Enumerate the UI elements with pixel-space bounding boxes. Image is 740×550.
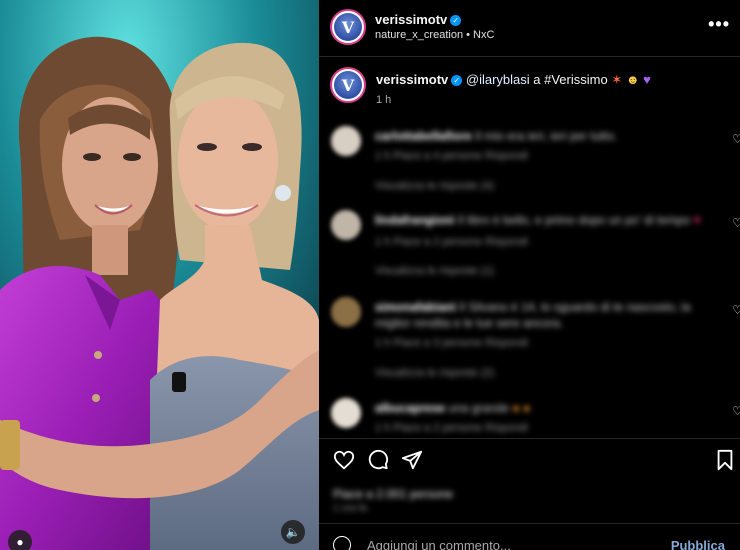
verified-badge-icon: ✓ [451, 75, 463, 86]
comment-user[interactable]: carlottabellafiore [375, 129, 472, 143]
comment-body: una grande [448, 401, 510, 415]
save-bookmark-icon[interactable] [715, 449, 735, 471]
view-replies-link[interactable]: Visualizza le risposte (4) [375, 180, 494, 192]
star-eyes-emoji-icon: ☻ [625, 72, 640, 87]
comment-bubble-icon[interactable] [367, 449, 389, 471]
caption-author-avatar[interactable]: V [330, 67, 366, 103]
post-date: 1 ora fa [333, 503, 367, 514]
user-icon: ● [16, 535, 24, 549]
comment-text: albucaprese una grande ● ● [375, 401, 531, 415]
comment-like-heart-icon[interactable]: ♡ [732, 303, 740, 317]
like-heart-icon[interactable] [333, 449, 355, 471]
likes-count[interactable]: Piace a 2.001 persone [333, 487, 453, 501]
comment-user[interactable]: simonafabiani [375, 300, 456, 314]
post-caption: verissimotv ✓ @ilaryblasi a #Verissimo ✶ … [376, 72, 651, 88]
purple-heart-emoji-icon: ♥ [643, 72, 651, 87]
avatar-letter: V [334, 71, 362, 99]
author-avatar[interactable]: V [330, 9, 366, 45]
more-options-icon[interactable]: ••• [708, 14, 730, 35]
comment-text: lindafrangioni Il libro è bello, e primo… [375, 213, 701, 227]
comment-like-heart-icon[interactable]: ♡ [732, 216, 740, 230]
actions-divider [319, 438, 740, 439]
comment-avatar[interactable] [331, 398, 361, 428]
post-details-pane: V verissimotv ✓ nature_x_creation • NxC •… [319, 0, 740, 550]
comment-text: carlottabellafiore Il mio era ieri, ieri… [375, 128, 705, 144]
comment-meta[interactable]: 1 h Piace a 4 persone Rispondi [375, 150, 528, 162]
caption-time: 1 h [376, 94, 392, 106]
comment-avatar[interactable] [331, 297, 361, 327]
view-replies-link[interactable]: Visualizza le risposte (2) [375, 367, 494, 379]
comment-meta[interactable]: 1 h Piace a 2 persone Rispondi [375, 236, 528, 248]
caption-text: a #Verissimo [529, 72, 612, 87]
share-send-icon[interactable] [401, 449, 423, 471]
comment-divider [319, 523, 740, 524]
comment-avatar[interactable] [331, 210, 361, 240]
post-location[interactable]: nature_x_creation [375, 29, 463, 41]
dot-separator: • [466, 29, 474, 41]
comment-meta[interactable]: 1 h Piace a 2 persone Rispondi [375, 422, 528, 434]
emoji-picker-icon[interactable] [333, 536, 351, 550]
comment-bar: Pubblica [331, 536, 731, 550]
view-replies-link[interactable]: Visualizza le risposte (1) [375, 265, 494, 277]
tagged-users-button[interactable]: ● [8, 530, 32, 550]
comment-like-heart-icon[interactable]: ♡ [732, 132, 740, 146]
comment-user[interactable]: lindafrangioni [375, 213, 454, 227]
comment-text: simonafabiani Il Silvano è 14, lo sguard… [375, 299, 705, 331]
post-location-line: nature_x_creation • NxC [375, 29, 494, 41]
comment-body: Il libro è bello, e primo dopo un po' di… [457, 213, 691, 227]
post-actions [331, 449, 733, 473]
comment-user[interactable]: albucaprese [375, 401, 445, 415]
photo-illustration [0, 0, 319, 550]
sparkle-emoji-icon: ✶ [611, 72, 623, 87]
avatar-letter: V [334, 13, 362, 41]
comment-meta[interactable]: 1 h Piace a 3 persone Rispondi [375, 337, 528, 349]
publish-button[interactable]: Pubblica [671, 538, 725, 550]
author-username[interactable]: verissimotv [375, 12, 447, 27]
post-photo[interactable]: ● 🔈 [0, 0, 319, 550]
verified-badge-icon: ✓ [450, 15, 462, 26]
mute-audio-button[interactable]: 🔈 [281, 520, 305, 544]
comment-avatar[interactable] [331, 126, 361, 156]
comment-input[interactable] [367, 538, 657, 550]
caption-username[interactable]: verissimotv [376, 72, 448, 87]
caption-mention[interactable]: @ilaryblasi [466, 72, 530, 87]
header-divider [319, 56, 740, 57]
comment-body: Il mio era ieri, ieri per tutto. [475, 129, 618, 143]
speaker-icon: 🔈 [285, 525, 301, 539]
comment-like-heart-icon[interactable]: ♡ [732, 404, 740, 418]
post-audio[interactable]: NxC [473, 29, 494, 41]
